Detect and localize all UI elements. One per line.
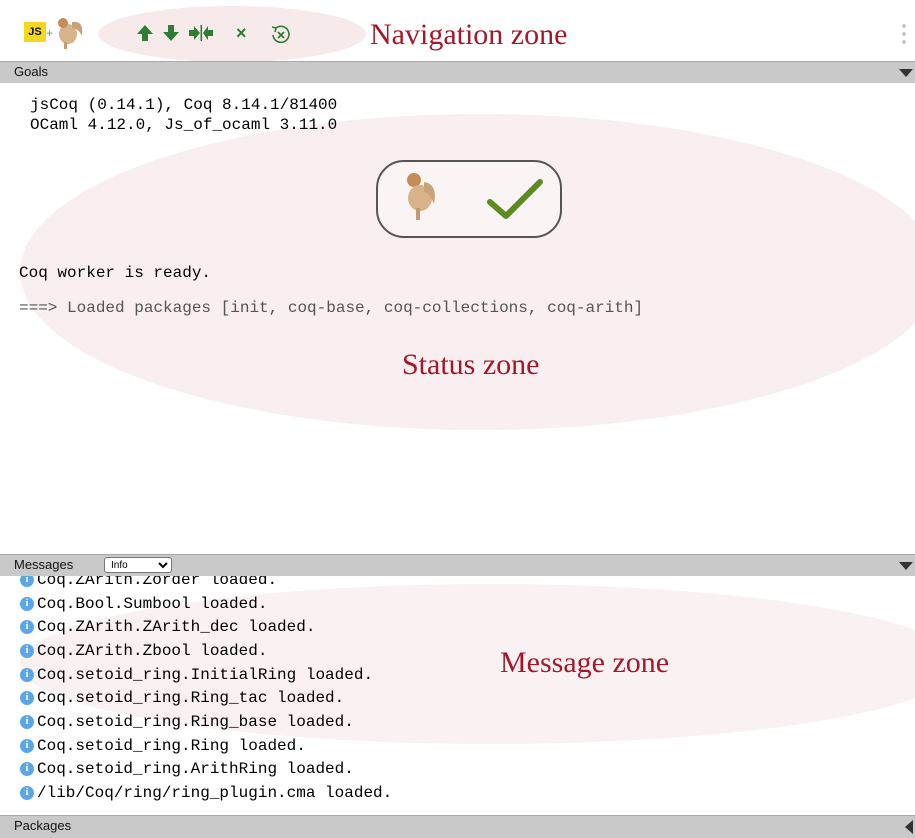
goals-panel-title: Goals <box>14 64 48 79</box>
packages-panel-header[interactable]: Packages <box>0 815 915 838</box>
close-icon: × <box>236 23 247 43</box>
interrupt-button[interactable]: × <box>236 24 247 42</box>
ready-indicator <box>376 160 562 238</box>
messages-panel-header[interactable]: Messages Info <box>0 554 915 576</box>
info-icon: i <box>20 786 34 801</box>
info-icon: i <box>20 576 34 587</box>
message-text: Coq.Bool.Sumbool loaded. <box>37 594 268 613</box>
message-text: Coq.setoid_ring.ArithRing loaded. <box>37 760 354 779</box>
message-item: i Coq.ZArith.ZArith_dec loaded. <box>20 615 392 639</box>
message-item: i/lib/Coq/ring/ring_plugin.cma loaded. <box>20 781 392 805</box>
version-line-jscoq: jsCoq (0.14.1), Coq 8.14.1/81400 <box>30 96 338 114</box>
info-icon: i <box>20 738 34 753</box>
to-cursor-icon <box>189 25 213 41</box>
down-arrow-icon <box>163 25 179 41</box>
collapse-triangle-icon[interactable] <box>899 69 913 77</box>
checkmark-icon <box>487 179 543 219</box>
info-icon: i <box>20 762 34 777</box>
packages-panel-title: Packages <box>14 818 72 833</box>
info-icon: i <box>20 667 34 682</box>
version-line-ocaml: OCaml 4.12.0, Js_of_ocaml 3.11.0 <box>30 116 338 134</box>
more-options-icon[interactable] <box>902 24 906 48</box>
message-zone-label: Message zone <box>500 646 670 679</box>
message-text: Coq.setoid_ring.Ring_base loaded. <box>37 712 354 731</box>
toolbar: JS + × Navigation zone <box>0 0 915 62</box>
message-text: Coq.ZArith.Zorder loaded. <box>37 576 278 589</box>
message-text: /lib/Coq/ring/ring_plugin.cma loaded. <box>37 784 393 803</box>
step-back-button[interactable] <box>136 24 154 42</box>
info-icon: i <box>20 596 34 611</box>
coq-rooster-logo <box>407 173 435 220</box>
goals-panel-header[interactable]: Goals <box>0 61 915 83</box>
expand-triangle-icon[interactable] <box>905 820 913 834</box>
messages-panel-title: Messages <box>14 557 74 572</box>
message-text: Coq.setoid_ring.Ring_tac loaded. <box>37 689 345 708</box>
navigation-zone-label: Navigation zone <box>370 18 568 51</box>
up-arrow-icon <box>137 25 153 41</box>
message-item: i Coq.setoid_ring.Ring_base loaded. <box>20 710 392 734</box>
message-text: Coq.ZArith.Zbool loaded. <box>37 641 268 660</box>
message-item: i Coq.ZArith.Zbool loaded. <box>20 639 392 663</box>
messages-panel: i Coq.ZArith.Zorder loaded. i Coq.Bool.Sum… <box>0 576 915 816</box>
coq-rooster-logo <box>58 18 83 49</box>
status-zone-label: Status zone <box>402 348 540 381</box>
worker-status-text: Coq worker is ready. <box>19 264 212 282</box>
reset-icon <box>271 25 290 44</box>
goals-panel: jsCoq (0.14.1), Coq 8.14.1/81400 OCaml 4… <box>0 84 915 554</box>
message-text: Coq.setoid_ring.InitialRing loaded. <box>37 665 374 684</box>
reset-button[interactable] <box>270 24 292 46</box>
info-icon: i <box>20 620 34 635</box>
message-item: i Coq.setoid_ring.Ring_tac loaded. <box>20 686 392 710</box>
info-icon: i <box>20 691 34 706</box>
go-to-cursor-button[interactable] <box>188 24 214 42</box>
info-icon: i <box>20 643 34 658</box>
collapse-triangle-icon[interactable] <box>899 562 913 570</box>
step-forward-button[interactable] <box>162 24 180 42</box>
js-logo: JS <box>24 22 46 42</box>
info-icon: i <box>20 714 34 729</box>
message-level-select[interactable]: Info <box>104 557 172 573</box>
message-text: Coq.setoid_ring.Ring loaded. <box>37 736 306 755</box>
message-list: i Coq.ZArith.Zorder loaded. i Coq.Bool.Sum… <box>20 576 392 805</box>
message-item: i Coq.setoid_ring.Ring loaded. <box>20 734 392 758</box>
message-item: i Coq.setoid_ring.InitialRing loaded. <box>20 663 392 687</box>
loaded-packages-text: ===> Loaded packages [init, coq-base, co… <box>19 299 644 317</box>
message-text: Coq.ZArith.ZArith_dec loaded. <box>37 618 316 637</box>
message-item: i Coq.Bool.Sumbool loaded. <box>20 592 392 616</box>
message-item: i Coq.ZArith.Zorder loaded. <box>20 576 392 592</box>
message-item: i Coq.setoid_ring.ArithRing loaded. <box>20 758 392 782</box>
